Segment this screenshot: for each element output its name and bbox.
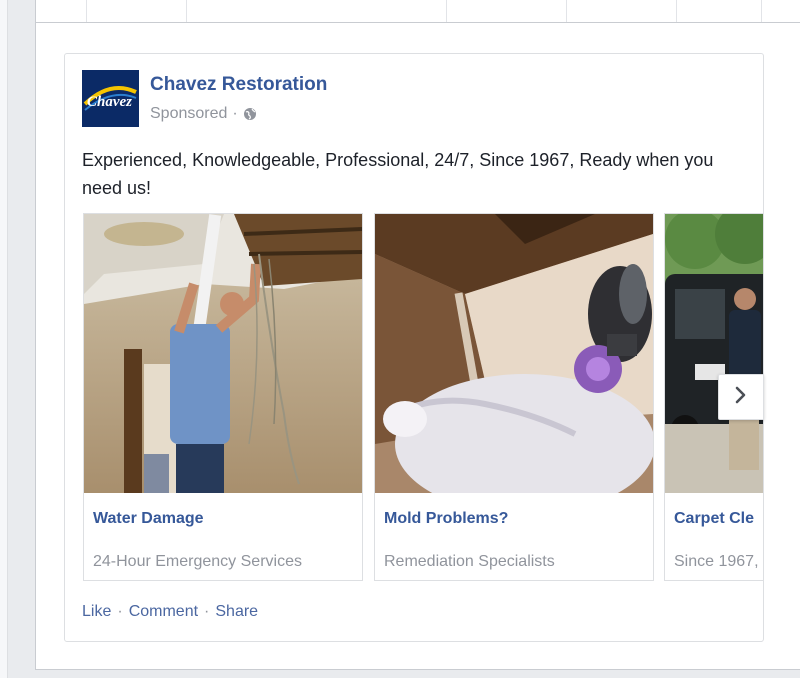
carousel: Water Damage 24-Hour Emergency Services: [83, 213, 763, 581]
page-logo[interactable]: Chavez: [82, 70, 139, 127]
sponsored-label[interactable]: Sponsored: [150, 105, 227, 123]
carousel-next-button[interactable]: [718, 374, 764, 420]
comment-link[interactable]: Comment: [129, 603, 198, 621]
left-edge: [0, 0, 8, 678]
share-link[interactable]: Share: [215, 603, 258, 621]
water-damage-photo: [84, 214, 362, 493]
svg-text:Chavez: Chavez: [87, 94, 132, 110]
action-links: Like · Comment · Share: [82, 603, 258, 621]
carousel-card-mold-problems[interactable]: Mold Problems? Remediation Specialists: [374, 213, 654, 581]
mold-remediation-photo: [375, 214, 653, 493]
page-name-link[interactable]: Chavez Restoration: [150, 74, 327, 96]
card-subtitle: Since 1967,: [674, 553, 759, 570]
card-subtitle: Remediation Specialists: [384, 553, 555, 570]
separator-dot: ·: [117, 603, 123, 620]
card-title[interactable]: Water Damage: [93, 510, 204, 528]
sponsored-ad-card: Chavez Chavez Restoration Sponsored · Ex…: [64, 53, 764, 642]
carpet-cleaning-photo: [665, 214, 763, 493]
separator-dot: ·: [232, 105, 238, 122]
card-subtitle: 24-Hour Emergency Services: [93, 553, 302, 570]
separator-dot: ·: [204, 603, 210, 620]
top-strip: [36, 0, 800, 23]
globe-icon: [243, 107, 257, 121]
sponsored-row: Sponsored ·: [150, 105, 257, 123]
ad-body-text: Experienced, Knowledgeable, Professional…: [82, 150, 714, 198]
card-title[interactable]: Mold Problems?: [384, 510, 508, 528]
carousel-card-water-damage[interactable]: Water Damage 24-Hour Emergency Services: [83, 213, 363, 581]
card-title[interactable]: Carpet Cle: [674, 510, 754, 528]
chevron-right-icon: [734, 386, 748, 409]
like-link[interactable]: Like: [82, 603, 111, 621]
